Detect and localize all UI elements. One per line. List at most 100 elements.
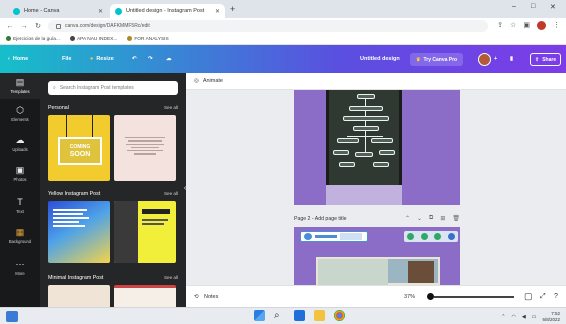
design-page-2[interactable] xyxy=(294,227,460,285)
chevron-up-icon[interactable]: ⌃ xyxy=(405,215,410,222)
rail-item-background[interactable]: ▦ Background xyxy=(0,223,40,249)
rail-item-elements[interactable]: ⬡ Elements xyxy=(0,101,40,127)
profile-avatar-icon[interactable] xyxy=(537,21,546,30)
animate-button[interactable]: Animate xyxy=(203,78,223,84)
rail-item-templates[interactable]: ▤ Templates xyxy=(0,73,40,99)
templates-icon: ▤ xyxy=(15,77,25,87)
template-thumbnail-minimal-1[interactable] xyxy=(48,285,110,307)
help-icon[interactable]: ? xyxy=(554,293,558,300)
duplicate-page-icon[interactable]: ⧉ xyxy=(429,215,433,222)
photo-image[interactable] xyxy=(316,257,440,285)
bookmark-item[interactable]: Ejercicios de la guía... xyxy=(6,36,60,42)
zoom-level[interactable]: 37% xyxy=(404,294,415,300)
home-button[interactable]: ‹ Home xyxy=(8,45,28,73)
battery-icon[interactable]: ▭ xyxy=(532,314,537,320)
url-text: canva.com/design/DAFKMMF5Rc/edit xyxy=(65,23,150,29)
search-placeholder: Search Instagram Post templates xyxy=(59,85,134,91)
template-thumbnail-yellow-photo[interactable] xyxy=(114,201,176,263)
fullscreen-icon[interactable]: ⤢ xyxy=(540,293,546,301)
design-title[interactable]: Untitled design xyxy=(360,45,400,73)
text-icon: T xyxy=(17,197,23,207)
flowchart-image[interactable] xyxy=(326,90,402,185)
widgets-icon[interactable] xyxy=(6,311,18,322)
tab-title: Untitled design - Instagram Post xyxy=(126,8,205,14)
lock-icon xyxy=(56,23,61,29)
bar-chart-icon[interactable]: ▮ xyxy=(510,45,513,73)
wifi-icon[interactable]: ◠ xyxy=(512,314,516,320)
delete-page-icon[interactable]: 🗑 xyxy=(452,215,460,222)
bookmark-icon xyxy=(6,36,11,42)
back-icon[interactable]: ← xyxy=(6,23,14,30)
rail-item-uploads[interactable]: ☁ Uploads xyxy=(0,131,40,157)
notes-button[interactable]: Notes xyxy=(204,294,218,300)
search-icon[interactable]: ⌕ xyxy=(274,310,285,321)
chrome-icon[interactable] xyxy=(334,310,345,321)
browser-menu-icon[interactable]: ⋮ xyxy=(553,21,560,30)
rail-item-photos[interactable]: ▣ Photos xyxy=(0,161,40,187)
see-all-link[interactable]: See all xyxy=(164,275,178,281)
system-clock[interactable]: 7:52 6/8/2022 xyxy=(542,311,560,322)
resize-button[interactable]: ● Resize xyxy=(90,45,114,73)
template-thumbnail-blue-gradient[interactable] xyxy=(48,201,110,263)
bookmark-star-icon[interactable]: ☆ xyxy=(510,21,516,30)
bookmark-icon xyxy=(69,36,75,42)
see-all-link[interactable]: See all xyxy=(164,191,178,197)
editor-toolbar: ◎ Animate xyxy=(186,73,566,90)
file-menu[interactable]: File xyxy=(62,45,71,73)
bookmark-item[interactable]: APA NAU INDEX... xyxy=(69,36,117,42)
url-input[interactable]: canva.com/design/DAFKMMF5Rc/edit xyxy=(48,20,488,32)
rail-item-more[interactable]: ⋯ More xyxy=(0,255,40,281)
design-page-1[interactable] xyxy=(294,90,460,205)
windows-start-icon[interactable] xyxy=(254,310,265,321)
add-page-icon[interactable]: ⊞ xyxy=(440,215,445,222)
reload-icon[interactable]: ↻ xyxy=(34,22,42,30)
search-input[interactable]: ⌕ Search Instagram Post templates xyxy=(48,81,178,95)
page-grid-icon[interactable]: ▢ xyxy=(524,291,533,302)
new-tab-button[interactable]: + xyxy=(230,4,235,14)
undo-icon[interactable]: ↶ xyxy=(132,45,137,73)
tab-untitled-design[interactable]: Untitled design - Instagram Post ✕ xyxy=(110,4,225,18)
volume-icon[interactable]: ◀ xyxy=(522,314,526,320)
logo-image[interactable] xyxy=(300,231,368,242)
task-view-icon[interactable] xyxy=(294,310,305,321)
browser-tab-strip: Home - Canva ✕ Untitled design - Instagr… xyxy=(0,0,566,18)
maximize-button[interactable]: □ xyxy=(531,3,535,10)
close-window-button[interactable]: ✕ xyxy=(550,3,556,11)
add-collaborator-icon[interactable]: + xyxy=(494,45,497,73)
tab-title: Home - Canva xyxy=(24,8,60,14)
zoom-slider[interactable] xyxy=(434,296,514,298)
minimize-button[interactable]: – xyxy=(512,3,516,10)
canva-favicon-icon xyxy=(115,7,122,15)
avatar[interactable] xyxy=(478,53,491,66)
file-explorer-icon[interactable] xyxy=(314,310,325,321)
crown-icon: ● xyxy=(90,56,94,62)
social-icons-image[interactable] xyxy=(404,231,458,242)
background-icon: ▦ xyxy=(15,227,25,237)
template-thumbnail-coming-soon[interactable]: COMING SOON xyxy=(48,115,110,181)
tab-home-canva[interactable]: Home - Canva ✕ xyxy=(8,4,108,18)
try-canva-pro-button[interactable]: ♛ Try Canva Pro xyxy=(410,53,464,66)
bookmark-icon xyxy=(127,36,133,42)
see-all-link[interactable]: See all xyxy=(164,105,178,111)
share-page-icon[interactable]: ⇪ xyxy=(497,21,503,30)
chevron-up-icon[interactable]: ⌃ xyxy=(501,314,505,320)
search-icon: ⌕ xyxy=(53,85,56,91)
close-tab-icon[interactable]: ✕ xyxy=(98,8,103,15)
social-icon xyxy=(447,233,455,240)
zoom-slider-handle[interactable] xyxy=(427,293,434,300)
more-dots-icon: ⋯ xyxy=(15,259,25,269)
bookmark-item[interactable]: FOR ANALYSIS xyxy=(127,36,169,42)
social-icon xyxy=(420,233,428,240)
template-thumbnail-minimal-2[interactable] xyxy=(114,285,176,307)
photos-icon: ▣ xyxy=(15,165,25,175)
extensions-icon[interactable]: ▣ xyxy=(523,21,530,30)
page-title-input[interactable]: Page 2 - Add page title xyxy=(294,216,347,222)
template-thumbnail-pink-text[interactable] xyxy=(114,115,176,181)
share-button[interactable]: ⇧ Share xyxy=(530,53,562,66)
cloud-save-icon[interactable]: ☁ xyxy=(166,45,172,73)
rail-item-text[interactable]: T Text xyxy=(0,193,40,219)
close-tab-icon[interactable]: ✕ xyxy=(215,8,220,15)
forward-icon[interactable]: → xyxy=(20,23,28,30)
chevron-down-icon[interactable]: ⌄ xyxy=(417,215,422,222)
redo-icon[interactable]: ↷ xyxy=(148,45,153,73)
